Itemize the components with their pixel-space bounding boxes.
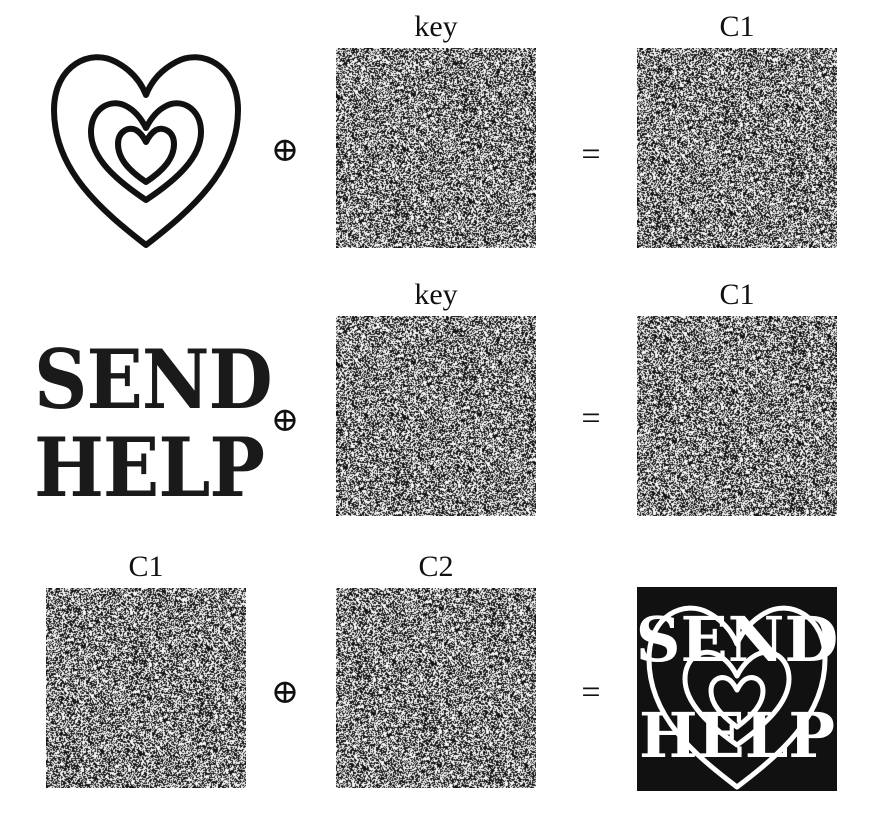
- key-noise-image: [336, 316, 536, 516]
- ciphertext-c1-label: C1: [719, 278, 755, 311]
- ciphertext-c2-noise-image: [637, 316, 837, 516]
- c1-label: C1: [128, 550, 164, 583]
- result-text-help: HELP: [639, 699, 835, 772]
- plaintext-line-help: HELP: [34, 421, 265, 516]
- plaintext-line-send: SEND: [34, 333, 273, 428]
- ciphertext-c1-noise-image: [637, 48, 837, 248]
- equals-sign: =: [581, 400, 601, 437]
- xor-result-image: SEND HELP: [637, 587, 837, 791]
- xor-operator: ⊕: [270, 674, 300, 711]
- key-label: key: [414, 278, 458, 311]
- xor-operator: ⊕: [270, 132, 300, 169]
- equals-sign: =: [581, 136, 601, 173]
- xor-one-time-pad-diagram: ⊕ key = C1 SEND HELP ⊕ key = C1 C1 ⊕ C2 …: [0, 0, 892, 818]
- c1-noise-image: [46, 588, 246, 788]
- equals-sign: =: [581, 674, 601, 711]
- heart-plaintext-image: [46, 40, 246, 250]
- key-label: key: [414, 10, 458, 43]
- send-help-plaintext-image: SEND HELP: [34, 333, 273, 520]
- xor-operator: ⊕: [270, 402, 300, 439]
- c2-label: C2: [418, 550, 454, 583]
- ciphertext-c1-label: C1: [719, 10, 755, 43]
- c2-noise-image: [336, 588, 536, 788]
- key-noise-image: [336, 48, 536, 248]
